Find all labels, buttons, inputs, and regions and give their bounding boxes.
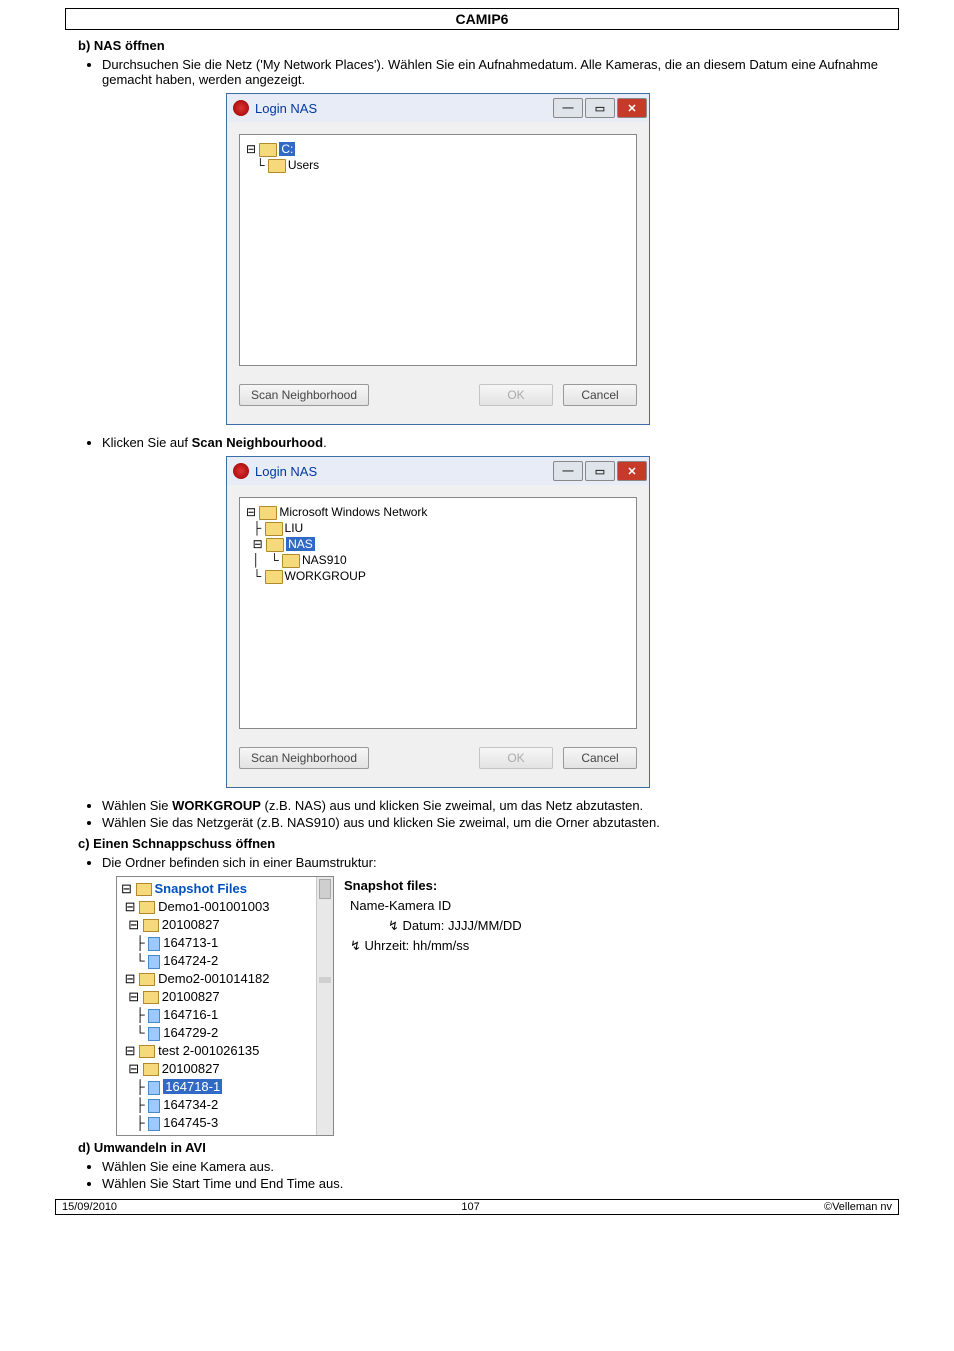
snap-file: 164724-2 xyxy=(163,953,218,968)
tree-msnet: Microsoft Windows Network xyxy=(279,505,427,519)
snap-file: 164745-3 xyxy=(163,1115,218,1130)
section-d-b2: Wählen Sie Start Time und End Time aus. xyxy=(102,1176,899,1191)
cancel-button[interactable]: Cancel xyxy=(563,384,637,406)
section-b-heading: b) NAS öffnen xyxy=(78,38,899,53)
tree-view-2[interactable]: ⊟ Microsoft Windows Network ├ LIU ⊟ NAS … xyxy=(239,497,637,729)
snap-test2: test 2-001026135 xyxy=(158,1043,259,1058)
scan-neighborhood-button[interactable]: Scan Neighborhood xyxy=(239,747,369,769)
app-icon xyxy=(233,100,249,116)
maximize-button[interactable]: ▭ xyxy=(585,98,615,118)
snapshot-tree-panel[interactable]: ⊟ Snapshot Files ⊟ Demo1-001001003 ⊟ 201… xyxy=(116,876,334,1136)
document-title: CAMIP6 xyxy=(65,8,899,30)
tree-nas910: NAS910 xyxy=(302,553,347,567)
minimize-button[interactable]: — xyxy=(553,98,583,118)
scan-neighborhood-button[interactable]: Scan Neighborhood xyxy=(239,384,369,406)
section-c-heading: c) Einen Schnappschuss öffnen xyxy=(78,836,899,851)
snap-file: 164729-2 xyxy=(163,1025,218,1040)
login-nas-dialog-2: Login NAS — ▭ ✕ ⊟ Microsoft Windows Netw… xyxy=(226,456,650,788)
close-button[interactable]: ✕ xyxy=(617,98,647,118)
snap-file: 164734-2 xyxy=(163,1097,218,1112)
section-c-intro: Die Ordner befinden sich in einer Baumst… xyxy=(102,855,899,870)
snap-root: Snapshot Files xyxy=(155,881,247,896)
tree-workgroup: WORKGROUP xyxy=(285,569,366,583)
snapshot-legend: Snapshot files: Name-Kamera ID ↯ Datum: … xyxy=(344,876,522,956)
section-d-b1: Wählen Sie eine Kamera aus. xyxy=(102,1159,899,1174)
section-b-click-scan: Klicken Sie auf Scan Neighbourhood. xyxy=(102,435,899,450)
footer-page: 107 xyxy=(123,1200,818,1214)
ok-button[interactable]: OK xyxy=(479,384,553,406)
login-nas-dialog-1: Login NAS — ▭ ✕ ⊟ C: └ Users Scan Neighb… xyxy=(226,93,650,425)
tree-item-users: Users xyxy=(288,158,319,172)
scrollbar[interactable] xyxy=(316,877,333,1135)
tree-nas: NAS xyxy=(286,537,315,551)
dialog1-title: Login NAS xyxy=(255,101,553,116)
snap-demo1: Demo1-001001003 xyxy=(158,899,269,914)
ok-button[interactable]: OK xyxy=(479,747,553,769)
section-b-select-device: Wählen Sie das Netzgerät (z.B. NAS910) a… xyxy=(102,815,899,830)
maximize-button[interactable]: ▭ xyxy=(585,461,615,481)
section-b-select-workgroup: Wählen Sie WORKGROUP (z.B. NAS) aus und … xyxy=(102,798,899,813)
snap-date1: 20100827 xyxy=(162,917,220,932)
section-d-heading: d) Umwandeln in AVI xyxy=(78,1140,899,1155)
snap-file: 164713-1 xyxy=(163,935,218,950)
tree-view-1[interactable]: ⊟ C: └ Users xyxy=(239,134,637,366)
section-b-intro: Durchsuchen Sie die Netz ('My Network Pl… xyxy=(102,57,899,87)
page-footer: 15/09/2010 107 ©Velleman nv xyxy=(55,1199,899,1215)
tree-root-c: C: xyxy=(279,142,295,156)
footer-copyright: ©Velleman nv xyxy=(818,1200,898,1214)
snap-file-selected: 164718-1 xyxy=(163,1079,222,1094)
tree-liu: LIU xyxy=(285,521,304,535)
snap-demo2: Demo2-001014182 xyxy=(158,971,269,986)
dialog2-title: Login NAS xyxy=(255,464,553,479)
close-button[interactable]: ✕ xyxy=(617,461,647,481)
cancel-button[interactable]: Cancel xyxy=(563,747,637,769)
snap-date3: 20100827 xyxy=(162,1061,220,1076)
minimize-button[interactable]: — xyxy=(553,461,583,481)
snap-date2: 20100827 xyxy=(162,989,220,1004)
app-icon xyxy=(233,463,249,479)
scrollbar-up-icon[interactable] xyxy=(319,879,331,899)
footer-date: 15/09/2010 xyxy=(56,1200,123,1214)
snap-file: 164716-1 xyxy=(163,1007,218,1022)
scrollbar-handle[interactable] xyxy=(319,977,331,983)
